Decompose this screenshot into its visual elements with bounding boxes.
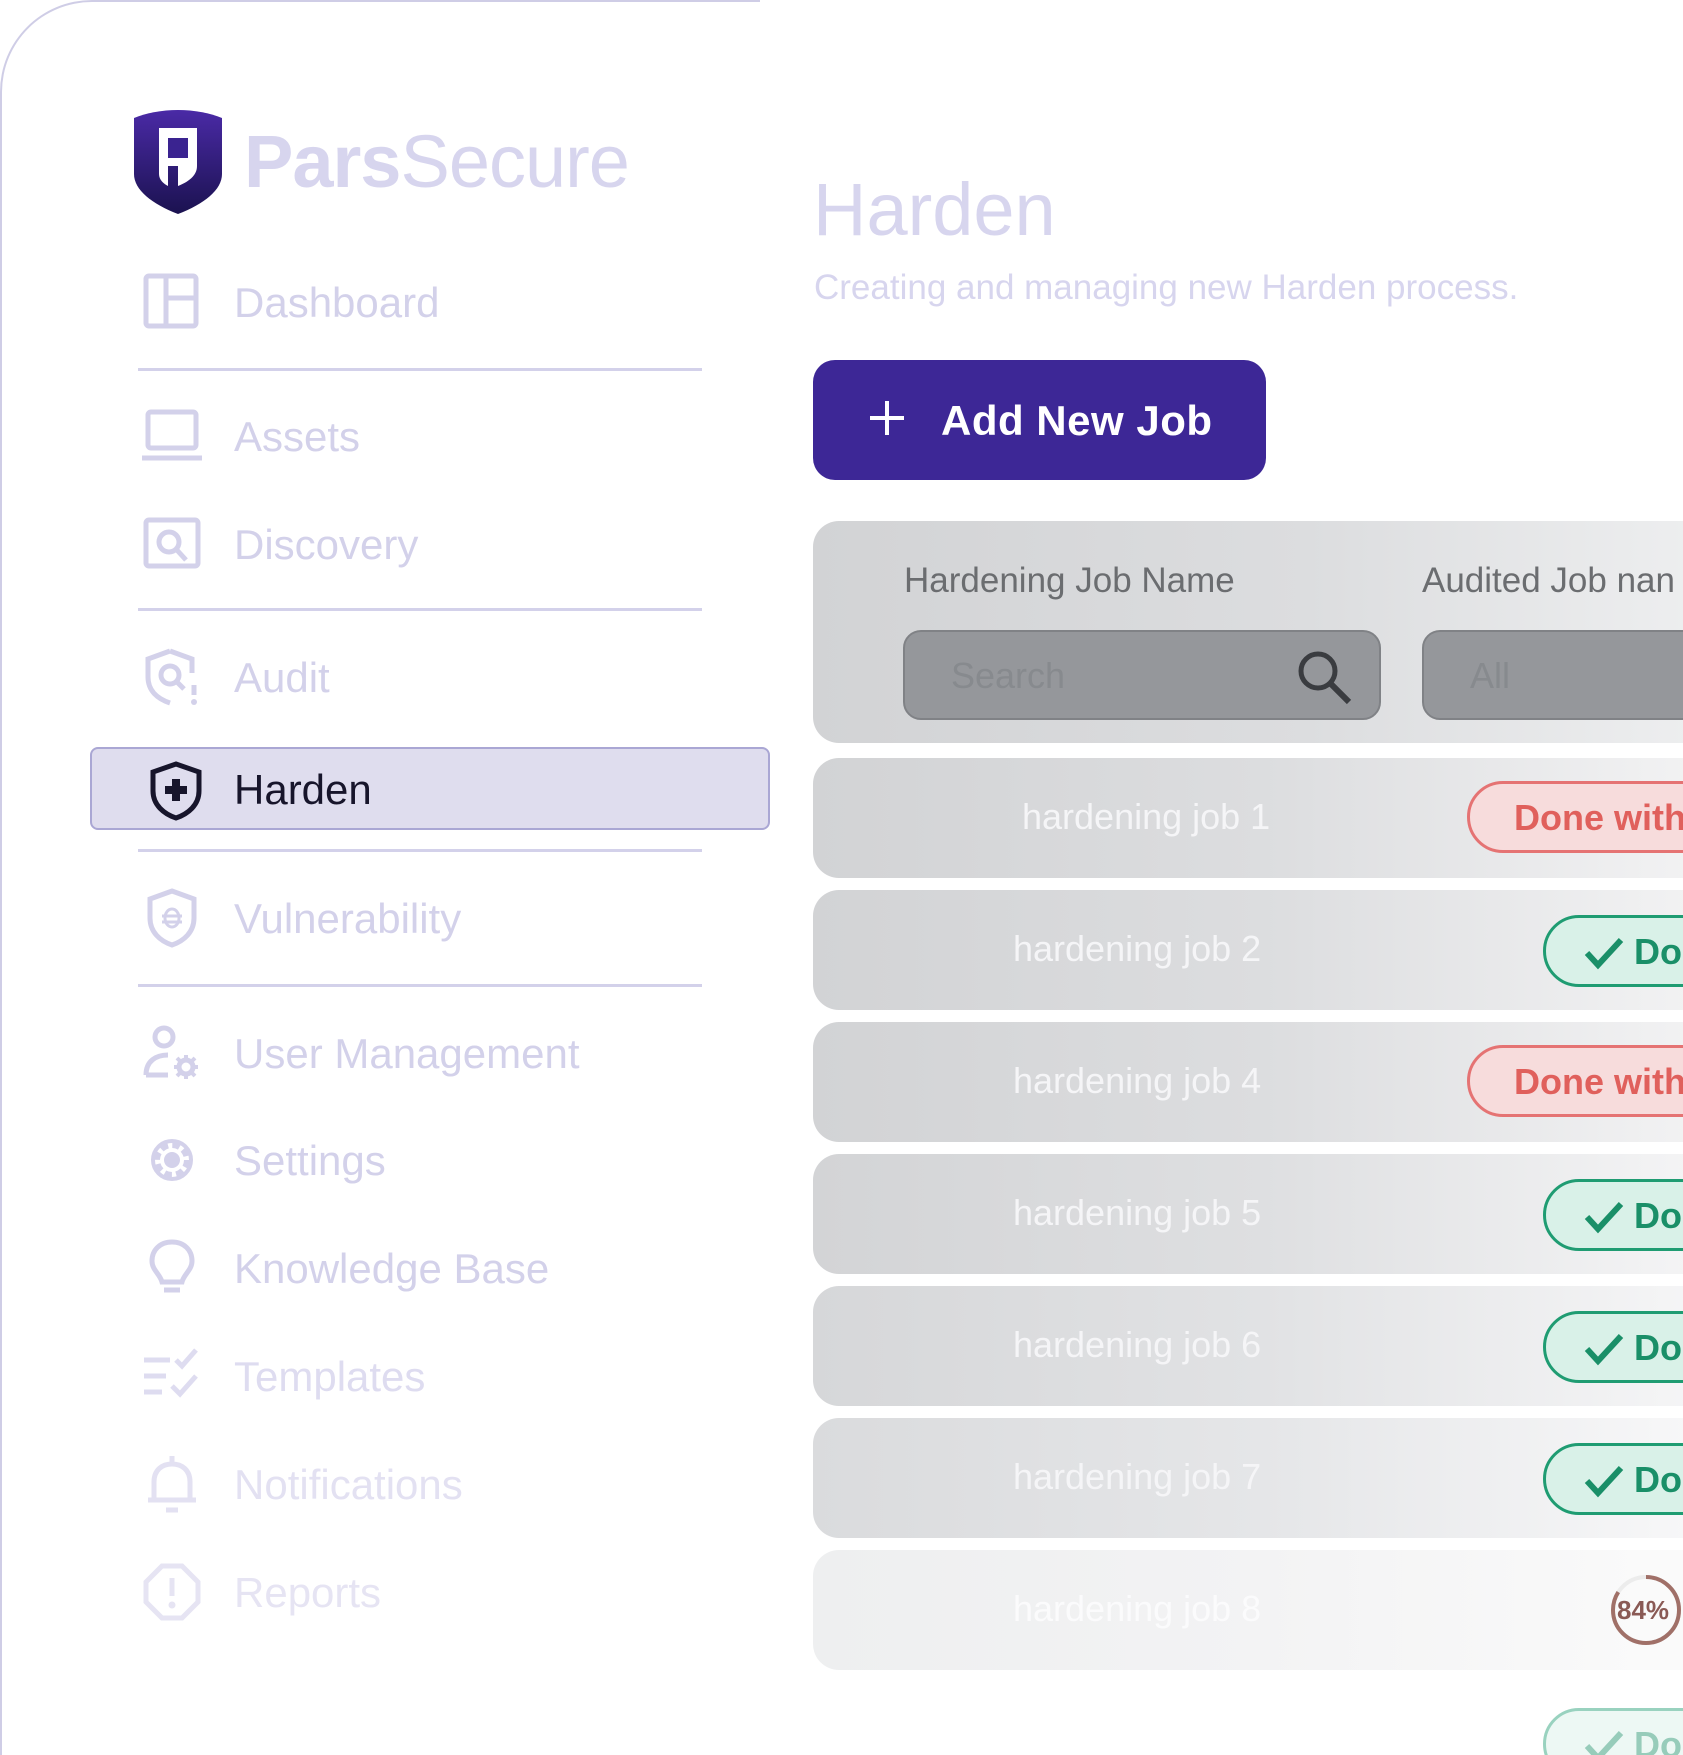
search-input[interactable]: Search [903, 630, 1381, 720]
status-badge: Do [1543, 915, 1683, 987]
brand-part2: Secure [400, 120, 629, 203]
table-row[interactable]: hardening job 1 Done with [813, 758, 1683, 878]
gear-icon [151, 1139, 193, 1181]
app-window: ParsSecure Dashboard Assets Discovery Au… [0, 0, 1683, 1755]
sidebar-item-audit[interactable]: Audit [130, 647, 730, 707]
sidebar-item-label: User Management [234, 1030, 580, 1077]
progress-text: 84% [1617, 1595, 1670, 1625]
sidebar-item-label: Reports [234, 1569, 382, 1616]
sidebar-item-harden[interactable]: Harden [90, 747, 770, 830]
sidebar-item-reports[interactable]: Reports [130, 1562, 730, 1622]
sidebar-item-label: Audit [234, 654, 330, 701]
sidebar-item-discovery[interactable]: Discovery [130, 514, 730, 574]
status-badge: Done with [1467, 781, 1683, 853]
sidebar-item-label: Dashboard [234, 279, 440, 326]
job-name: hardening job 7 [1013, 1456, 1262, 1497]
lightbulb-icon [149, 1239, 195, 1293]
status-badge: Do [1543, 1311, 1683, 1383]
table-row[interactable]: hardening job 4 Done with [813, 1022, 1683, 1142]
table-row[interactable]: hardening job 8 [813, 1550, 1683, 1670]
sidebar-item-label: Settings [234, 1137, 386, 1184]
brand-part1: Pars [244, 120, 401, 203]
job-name: hardening job 2 [1013, 928, 1262, 969]
sidebar-item-label: Vulnerability [234, 895, 462, 942]
sidebar-item-templates[interactable]: Templates [130, 1346, 730, 1406]
sidebar-item-vulnerability[interactable]: Vulnerability [130, 888, 730, 948]
table-row[interactable]: hardening job 6 Do [813, 1286, 1683, 1406]
sidebar-item-knowledge-base[interactable]: Knowledge Base [130, 1238, 730, 1298]
status-text: Done with [1514, 1061, 1683, 1102]
job-name: hardening job 6 [1013, 1324, 1262, 1365]
table-row[interactable]: hardening job 2 Do [813, 890, 1683, 1010]
add-new-job-button[interactable]: Add New Job [813, 360, 1266, 480]
select-value: All [1470, 655, 1511, 696]
status-badge: Do [1543, 1179, 1683, 1251]
audited-job-select[interactable]: All [1422, 630, 1683, 720]
status-text: Do [1634, 1195, 1682, 1236]
check-icon [1584, 1730, 1624, 1755]
alert-octagon-icon [143, 1563, 201, 1621]
sidebar-item-label: Discovery [234, 521, 419, 568]
sidebar-item-label: Harden [234, 766, 372, 813]
dashboard-icon [143, 273, 199, 329]
check-icon [1584, 1465, 1624, 1498]
bell-icon [148, 1456, 196, 1513]
user-gear-icon [143, 1025, 198, 1079]
page-subtitle: Creating and managing new Harden process… [814, 268, 1519, 307]
job-name: hardening job 4 [1013, 1060, 1262, 1101]
status-text: Do [1634, 1327, 1682, 1368]
search-placeholder: Search [951, 655, 1066, 696]
column-header-audited-job: Audited Job nan [1422, 561, 1675, 600]
check-icon [1584, 937, 1624, 970]
job-name: hardening job 8 [1013, 1588, 1262, 1629]
sidebar-divider [138, 849, 702, 852]
job-name: hardening job 1 [1022, 796, 1271, 837]
page-title: Harden [813, 168, 1056, 251]
sidebar-item-user-management[interactable]: User Management [130, 1023, 730, 1083]
status-badge: Do [1543, 1708, 1683, 1755]
checklist-icon [144, 1348, 198, 1398]
discovery-icon [143, 517, 201, 569]
sidebar-item-label: Knowledge Base [234, 1245, 550, 1292]
column-header-job-name: Hardening Job Name [904, 561, 1235, 600]
harden-shield-icon [150, 761, 202, 821]
search-icon [1298, 651, 1352, 705]
sidebar-item-label: Templates [234, 1353, 426, 1400]
job-name: hardening job 5 [1013, 1192, 1262, 1233]
status-text: Do [1634, 1724, 1682, 1755]
filter-header: Hardening Job Name Audited Job nan Searc… [813, 521, 1683, 743]
sidebar-divider [138, 368, 702, 371]
plus-icon [870, 401, 904, 435]
status-text: Do [1634, 1459, 1682, 1500]
laptop-icon [142, 409, 202, 461]
table-row[interactable]: hardening job 5 Do [813, 1154, 1683, 1274]
sidebar-divider [138, 608, 702, 611]
sidebar-item-assets[interactable]: Assets [130, 406, 730, 466]
check-icon [1584, 1201, 1624, 1234]
status-badge: Do [1543, 1443, 1683, 1515]
sidebar-divider [138, 984, 702, 987]
status-text: Done with [1514, 797, 1683, 838]
progress-indicator: 84% [1609, 1573, 1683, 1647]
sidebar-item-label: Assets [234, 413, 361, 460]
status-badge: Done with [1467, 1045, 1683, 1117]
status-text: Do [1634, 931, 1682, 972]
sidebar-item-label: Notifications [234, 1461, 463, 1508]
bug-shield-icon [147, 888, 197, 948]
sidebar-item-settings[interactable]: Settings [130, 1130, 730, 1190]
parssecure-logo-icon [134, 110, 222, 214]
sidebar-item-notifications[interactable]: Notifications [130, 1454, 730, 1514]
check-icon [1584, 1333, 1624, 1366]
table-row[interactable]: hardening job 7 Do [813, 1418, 1683, 1538]
add-new-job-label: Add New Job [941, 397, 1213, 444]
audit-shield-icon [145, 648, 197, 706]
brand-name: ParsSecure [244, 120, 630, 203]
sidebar-item-dashboard[interactable]: Dashboard [130, 272, 730, 332]
